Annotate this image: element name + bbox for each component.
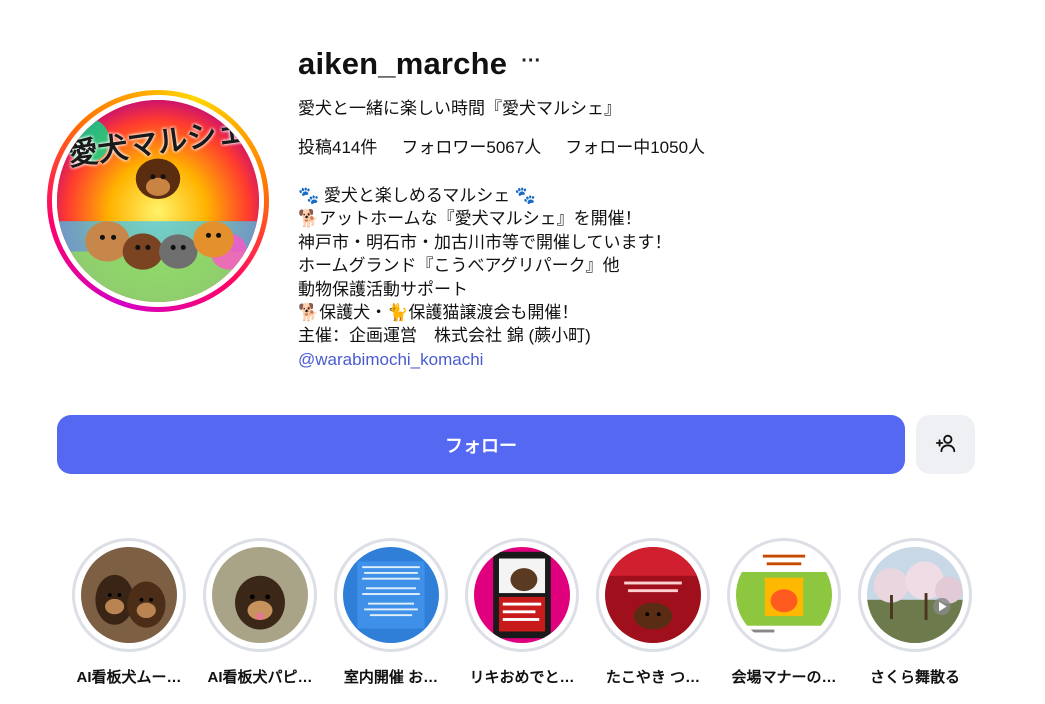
highlight-item[interactable]: AI看板犬ムー… bbox=[70, 538, 188, 687]
highlight-item[interactable]: 室内開催 お… bbox=[332, 538, 450, 687]
profile-full-name: 愛犬と一緒に楽しい時間『愛犬マルシェ』 bbox=[298, 99, 621, 118]
profile-avatar[interactable]: 愛犬マルシェ bbox=[47, 90, 269, 312]
highlight-cover bbox=[212, 547, 308, 643]
highlight-label: 室内開催 お… bbox=[343, 669, 439, 686]
more-options-icon[interactable]: ··· bbox=[521, 51, 541, 71]
bio-line: 主催：企画運営 株式会社 錦 (蕨小町) bbox=[298, 326, 591, 346]
add-user-button[interactable] bbox=[916, 415, 975, 474]
highlight-cover bbox=[474, 547, 570, 643]
highlight-cover bbox=[605, 547, 701, 643]
highlight-label: さくら舞散る bbox=[869, 669, 960, 686]
bio-line: 🐕アットホームな『愛犬マルシェ』を開催！ bbox=[298, 209, 642, 229]
followers-count[interactable]: フォロワー5067人 bbox=[401, 133, 541, 158]
highlight-item[interactable]: AI看板犬パピ… bbox=[201, 538, 319, 687]
bio-line: 動物保護活動サポート bbox=[298, 279, 468, 299]
add-user-icon bbox=[935, 432, 957, 457]
bio-mention-link[interactable]: @warabimochi_komachi bbox=[298, 350, 483, 369]
posts-count[interactable]: 投稿414件 bbox=[298, 133, 377, 158]
highlight-label: AI看板犬ムー… bbox=[76, 669, 182, 686]
following-count[interactable]: フォロー中1050人 bbox=[565, 133, 705, 158]
follow-button[interactable]: フォロー bbox=[57, 415, 905, 474]
avatar-image: 愛犬マルシェ bbox=[57, 100, 259, 302]
bio-line: ホームグランド『こうべアグリパーク』他 bbox=[298, 256, 620, 276]
highlight-item[interactable]: リキおめでと… bbox=[463, 538, 581, 687]
profile-stats: 投稿414件 フォロワー5067人 フォロー中1050人 bbox=[298, 133, 705, 158]
profile-bio: 🐾 愛犬と楽しめるマルシェ 🐾 🐕アットホームな『愛犬マルシェ』を開催！ 神戸市… bbox=[298, 184, 672, 371]
highlight-cover bbox=[736, 547, 832, 643]
highlight-item[interactable]: さくら舞散る bbox=[856, 538, 974, 687]
highlight-cover bbox=[867, 547, 963, 643]
highlight-label: 会場マナーの… bbox=[731, 669, 837, 686]
highlight-cover bbox=[81, 547, 177, 643]
highlight-item[interactable]: たこやき つ… bbox=[594, 538, 712, 687]
highlight-item[interactable]: 会場マナーの… bbox=[725, 538, 843, 687]
bio-line: 🐕保護犬・🐈保護猫譲渡会も開催！ bbox=[298, 303, 579, 323]
highlight-label: たこやき つ… bbox=[605, 669, 701, 686]
bio-line: 神戸市・明石市・加古川市等で開催しています！ bbox=[298, 232, 672, 252]
bio-line: 🐾 愛犬と楽しめるマルシェ 🐾 bbox=[298, 186, 537, 205]
highlight-label: AI看板犬パピ… bbox=[207, 669, 313, 686]
username: aiken_marche bbox=[298, 46, 508, 81]
username-row: aiken_marche ··· bbox=[298, 46, 541, 82]
highlight-cover bbox=[343, 547, 439, 643]
highlight-label: リキおめでと… bbox=[469, 669, 575, 686]
profile-page: 愛犬マルシェ aiken_marche ··· 愛犬と一緒に楽しい時間『愛犬マル… bbox=[0, 0, 1045, 704]
